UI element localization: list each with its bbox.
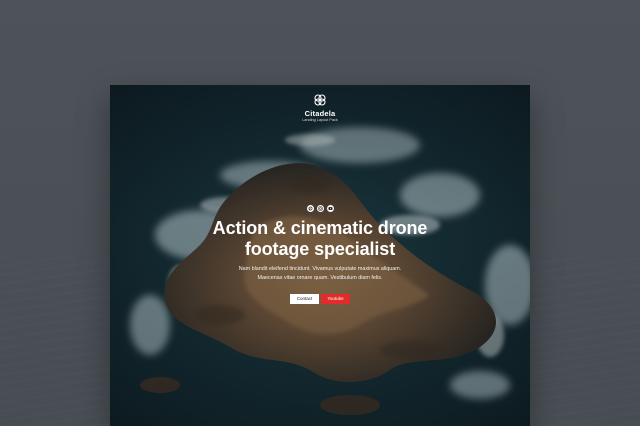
headline-line-1: Action & cinematic drone [212, 218, 428, 238]
flower-logo-icon[interactable] [313, 93, 327, 107]
youtube-button[interactable]: Youtube [321, 294, 350, 304]
hero-headline: Action & cinematic drone footage special… [150, 218, 490, 260]
landing-page-preview: Citadela Landing Layout Pack Action & ci… [110, 85, 530, 426]
hero-buttons: Contact Youtube [110, 294, 530, 304]
presentation-backdrop: Citadela Landing Layout Pack Action & ci… [0, 0, 640, 426]
description-line-2: Maecenas vitae ornare quam. Vestibulum d… [257, 275, 383, 281]
hero-description: Nam blandit eleifend tincidunt. Vivamus … [170, 265, 470, 283]
brand-name[interactable]: Citadela [110, 109, 530, 118]
description-line-1: Nam blandit eleifend tincidunt. Vivamus … [238, 266, 402, 272]
brand-tagline: Landing Layout Pack [302, 118, 338, 122]
instagram-icon[interactable] [316, 205, 324, 212]
youtube-icon[interactable] [326, 205, 334, 212]
headline-line-2: footage specialist [244, 239, 396, 259]
social-links [110, 205, 530, 212]
brand-header: Citadela Landing Layout Pack [110, 93, 530, 123]
contact-button[interactable]: Contact [290, 294, 319, 304]
pinterest-icon[interactable] [306, 205, 314, 212]
